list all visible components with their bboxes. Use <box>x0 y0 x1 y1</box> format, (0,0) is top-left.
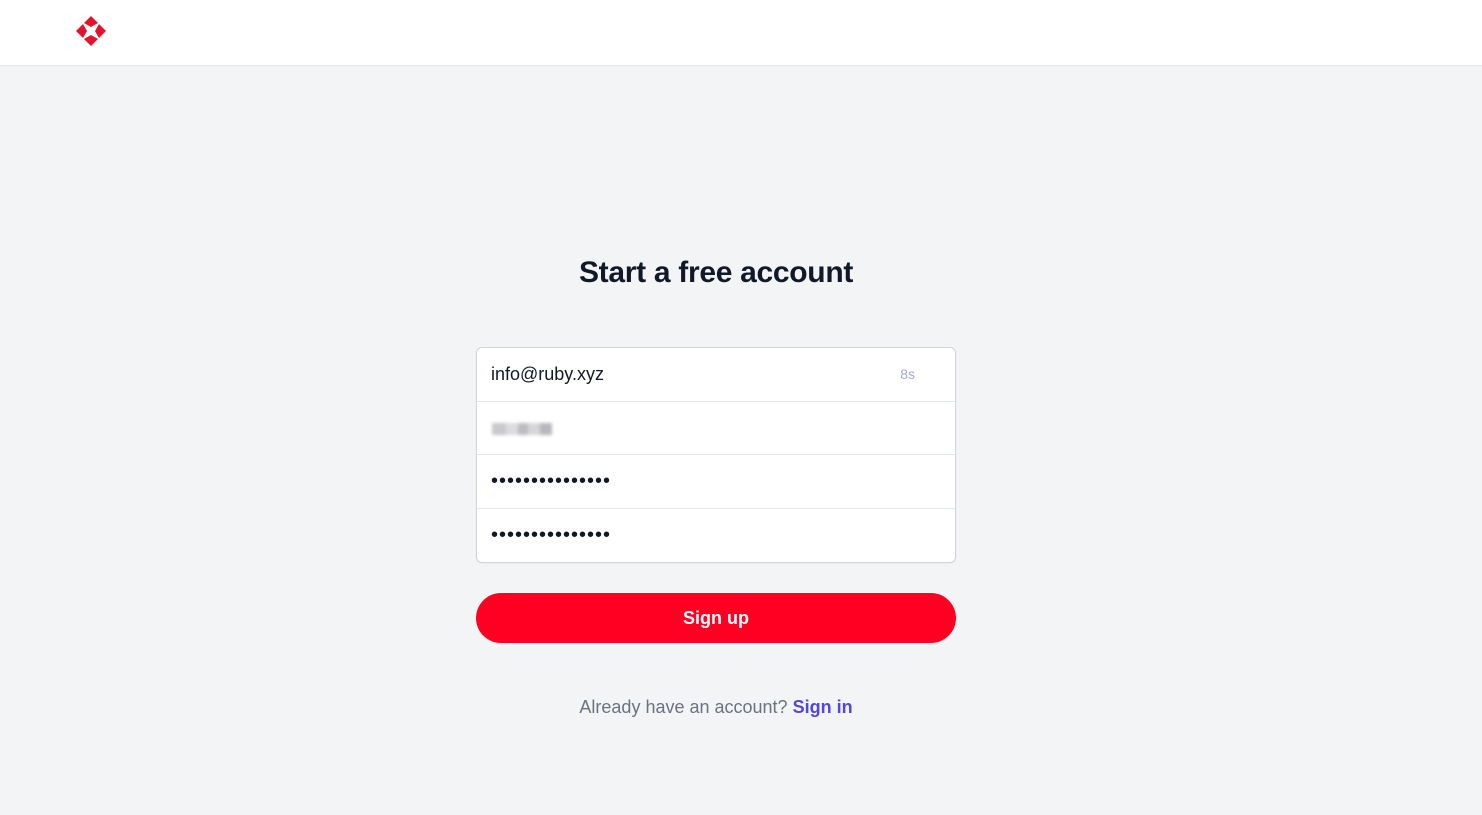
email-input[interactable] <box>477 348 955 401</box>
sign-up-button[interactable]: Sign up <box>476 593 956 643</box>
password-field-row <box>477 455 955 509</box>
top-navbar <box>0 0 1482 66</box>
signup-form: 8s <box>476 347 956 563</box>
email-field-row: 8s <box>477 348 955 402</box>
password-input[interactable] <box>477 455 955 508</box>
name-field-row <box>477 401 955 455</box>
sign-in-link[interactable]: Sign in <box>793 697 853 717</box>
sign-in-prompt-text: Already have an account? <box>579 697 788 717</box>
sign-in-prompt: Already have an account? Sign in <box>0 697 1432 718</box>
ruby-diamond-logo-icon[interactable] <box>75 15 107 47</box>
confirm-password-field-row <box>477 508 955 562</box>
email-badge: 8s <box>900 366 915 382</box>
page-title: Start a free account <box>578 256 854 289</box>
redacted-name-image <box>492 422 552 435</box>
confirm-password-input[interactable] <box>477 508 955 562</box>
